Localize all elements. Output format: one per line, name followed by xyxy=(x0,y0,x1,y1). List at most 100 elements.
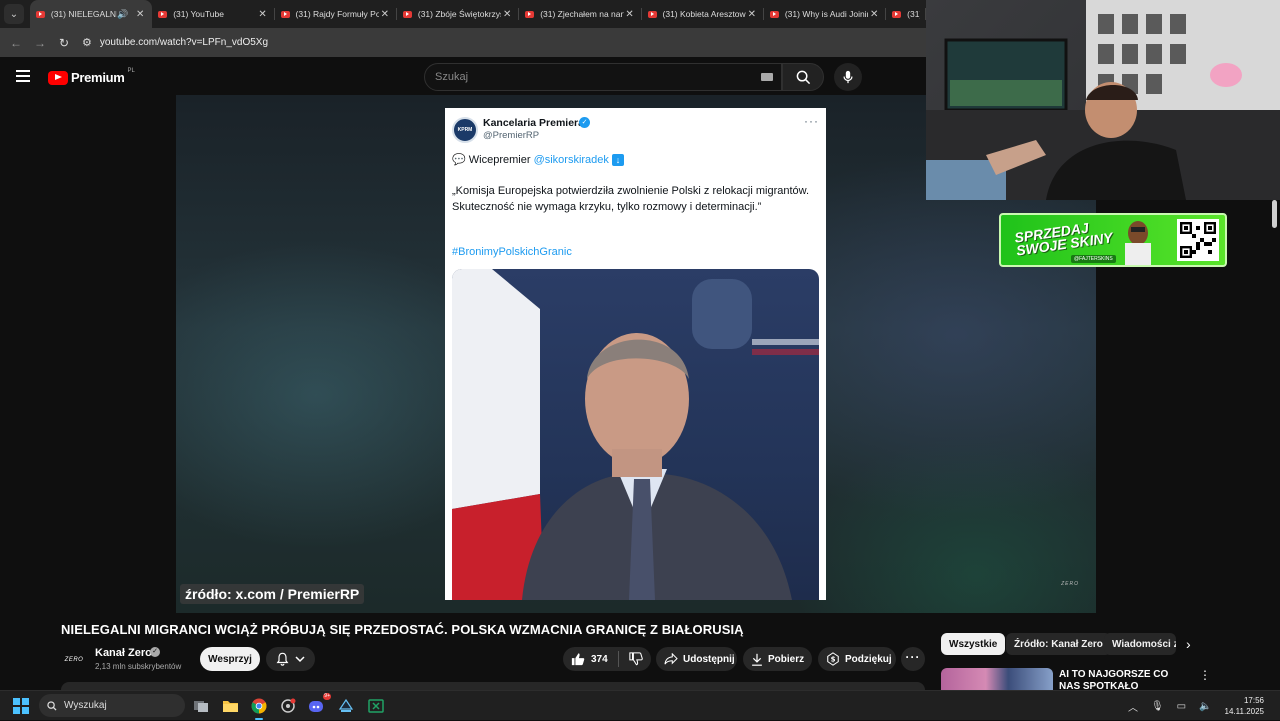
file-explorer-icon[interactable] xyxy=(219,695,241,717)
promo-handle: @FAJTERSKINS xyxy=(1071,255,1116,263)
url-input[interactable]: ⚙ youtube.com/watch?v=LPFn_vdO5Xg xyxy=(82,32,918,54)
url-text: youtube.com/watch?v=LPFn_vdO5Xg xyxy=(99,37,269,48)
youtube-header: Premium PL Szukaj xyxy=(0,57,926,95)
recommendation-menu-icon[interactable]: ⋮ xyxy=(1199,668,1211,682)
youtube-favicon-icon xyxy=(280,10,290,18)
youtube-premium-logo[interactable]: Premium PL xyxy=(48,68,135,85)
microphone-icon[interactable]: 🎙 xyxy=(1151,701,1164,712)
tab-title: (31) xyxy=(907,9,920,19)
tab-1[interactable]: (31) NIELEGALNI MIGRANCI 🔊 ✕ xyxy=(29,0,153,28)
excel-icon[interactable] xyxy=(365,695,387,717)
microphone-icon xyxy=(843,70,853,84)
youtube-favicon-icon xyxy=(647,10,657,18)
speech-balloon-icon: 💬 xyxy=(452,154,466,166)
chip-news[interactable]: Wiadomości z xyxy=(1104,633,1176,655)
close-tab-icon[interactable]: ✕ xyxy=(868,9,880,20)
channel-avatar[interactable]: ZERO xyxy=(61,647,87,673)
keyboard-icon[interactable] xyxy=(761,73,773,81)
taskbar-search[interactable]: Wyszukaj xyxy=(39,694,185,717)
clock[interactable]: 17:56 14.11.2025 xyxy=(1225,695,1264,717)
tab-title: (31) NIELEGALNI MIGRANCI xyxy=(50,9,117,19)
tab-title: (31) Why is Audi Joining xyxy=(784,9,869,19)
search-icon xyxy=(47,700,57,711)
speaker-icon[interactable]: 🔊 xyxy=(117,9,128,20)
site-settings-icon[interactable]: ⚙ xyxy=(82,36,92,49)
source-caption: źródło: x.com / PremierRP xyxy=(180,584,365,604)
youtube-favicon-icon xyxy=(769,10,779,18)
tweet-card: KPRM Kancelaria Premiera ✓ @PremierRP ··… xyxy=(445,108,826,600)
network-icon[interactable]: ▭ xyxy=(1177,701,1186,712)
download-button[interactable]: Pobierz xyxy=(743,647,812,671)
close-tab-icon[interactable]: ✕ xyxy=(501,9,513,20)
tweet-first-line: 💬 Wicepremier @sikorskiradek ↓ xyxy=(452,153,624,166)
tweet-handle: @PremierRP xyxy=(483,130,540,141)
back-arrow-icon[interactable]: ← xyxy=(4,36,28,50)
tweet-quote: „Komisja Europejska potwierdziła zwolnie… xyxy=(452,185,810,213)
notification-badge: 9+ xyxy=(323,693,331,700)
chip-source-channel[interactable]: Źródło: Kanał Zero xyxy=(1006,633,1111,655)
thumbs-down-icon xyxy=(629,652,643,666)
tab-8[interactable]: (31) xyxy=(886,0,926,28)
super-thanks-icon: $ xyxy=(827,652,839,666)
tab-6[interactable]: (31) Kobieta Aresztowana ✕ xyxy=(642,0,764,28)
dog-mascot-icon xyxy=(1125,221,1151,265)
youtube-favicon-icon xyxy=(402,10,412,18)
windows-start-icon[interactable] xyxy=(13,698,29,714)
chevron-down-icon xyxy=(295,656,305,663)
close-tab-icon[interactable]: ✕ xyxy=(134,9,146,20)
description-box[interactable] xyxy=(61,682,925,690)
chip-all[interactable]: Wszystkie xyxy=(941,633,1006,655)
thanks-label: Podziękuj xyxy=(845,653,892,665)
voice-search-button[interactable] xyxy=(834,63,862,91)
tab-2[interactable]: (31) YouTube ✕ xyxy=(152,0,275,28)
share-button[interactable]: Udostępnij xyxy=(656,647,737,671)
tab-7[interactable]: (31) Why is Audi Joining ✕ xyxy=(764,0,887,28)
steam-icon[interactable] xyxy=(335,695,357,717)
like-button[interactable]: 374 xyxy=(563,651,619,667)
tab-4[interactable]: (31) Zbóje Świętokrzyskie ✕ xyxy=(397,0,520,28)
more-actions-button[interactable]: ··· xyxy=(901,647,925,671)
forward-arrow-icon[interactable]: → xyxy=(28,36,52,50)
search-input[interactable]: Szukaj xyxy=(424,63,782,91)
close-tab-icon[interactable]: ✕ xyxy=(624,9,636,20)
menu-icon[interactable] xyxy=(16,70,30,85)
dislike-button[interactable] xyxy=(619,652,653,666)
tab-5[interactable]: (31) Zjechałem na nartach ✕ xyxy=(519,0,642,28)
support-button[interactable]: Wesprzyj xyxy=(200,647,260,671)
chrome-icon[interactable] xyxy=(248,695,270,720)
tab-3[interactable]: (31) Rajdy Formuły Polsk ✕ xyxy=(275,0,397,28)
taskbar-search-label: Wyszukaj xyxy=(64,700,107,711)
notifications-button[interactable] xyxy=(266,647,315,671)
tab-title: (31) Zbóje Świętokrzyskie xyxy=(417,9,501,19)
tweet-avatar: KPRM xyxy=(452,117,478,143)
page-scrollbar[interactable] xyxy=(1272,200,1277,228)
tweet-photo xyxy=(452,269,819,600)
search-button[interactable] xyxy=(782,63,824,91)
share-label: Udostępnij xyxy=(683,653,735,665)
tab-title: (31) Kobieta Aresztowana xyxy=(662,9,746,19)
discord-icon[interactable]: 9+ xyxy=(306,693,331,717)
close-tab-icon[interactable]: ✕ xyxy=(257,9,269,20)
svg-text:$: $ xyxy=(831,656,836,664)
reload-icon[interactable]: ↻ xyxy=(52,36,76,50)
promo-title: SPRZEDAJ SWOJE SKINY xyxy=(1013,218,1113,259)
close-tab-icon[interactable]: ✕ xyxy=(379,9,391,20)
app-icon[interactable] xyxy=(277,695,299,717)
tweet-hashtag: #BronimyPolskichGranic xyxy=(452,246,572,258)
promo-banner[interactable]: SPRZEDAJ SWOJE SKINY @FAJTERSKINS xyxy=(999,213,1227,267)
close-tab-icon[interactable]: ✕ xyxy=(746,9,758,20)
volume-icon[interactable]: 🔈 xyxy=(1199,701,1211,712)
chevron-up-icon[interactable]: ︿ xyxy=(1128,699,1138,714)
task-view-icon[interactable] xyxy=(190,695,212,717)
down-arrow-icon: ↓ xyxy=(611,154,624,166)
windows-taskbar: Wyszukaj 9+ ︿ 🎙 ▭ 🔈 17:56 14.11.2025 xyxy=(0,690,1280,720)
recommendation-title[interactable]: AI TO NAJGORSZE CO NAS SPOTKAŁO xyxy=(1059,669,1184,690)
recommendation-thumbnail[interactable] xyxy=(941,668,1053,690)
verified-badge-icon: ✓ xyxy=(150,647,160,657)
channel-name[interactable]: Kanał Zero xyxy=(95,647,152,659)
verified-badge-icon: ✓ xyxy=(579,117,590,128)
chevron-right-icon[interactable]: › xyxy=(1186,636,1191,652)
thanks-button[interactable]: $ Podziękuj xyxy=(818,647,896,671)
tab-search-chevron-icon[interactable]: ⌄ xyxy=(4,4,24,24)
share-icon xyxy=(664,653,678,665)
